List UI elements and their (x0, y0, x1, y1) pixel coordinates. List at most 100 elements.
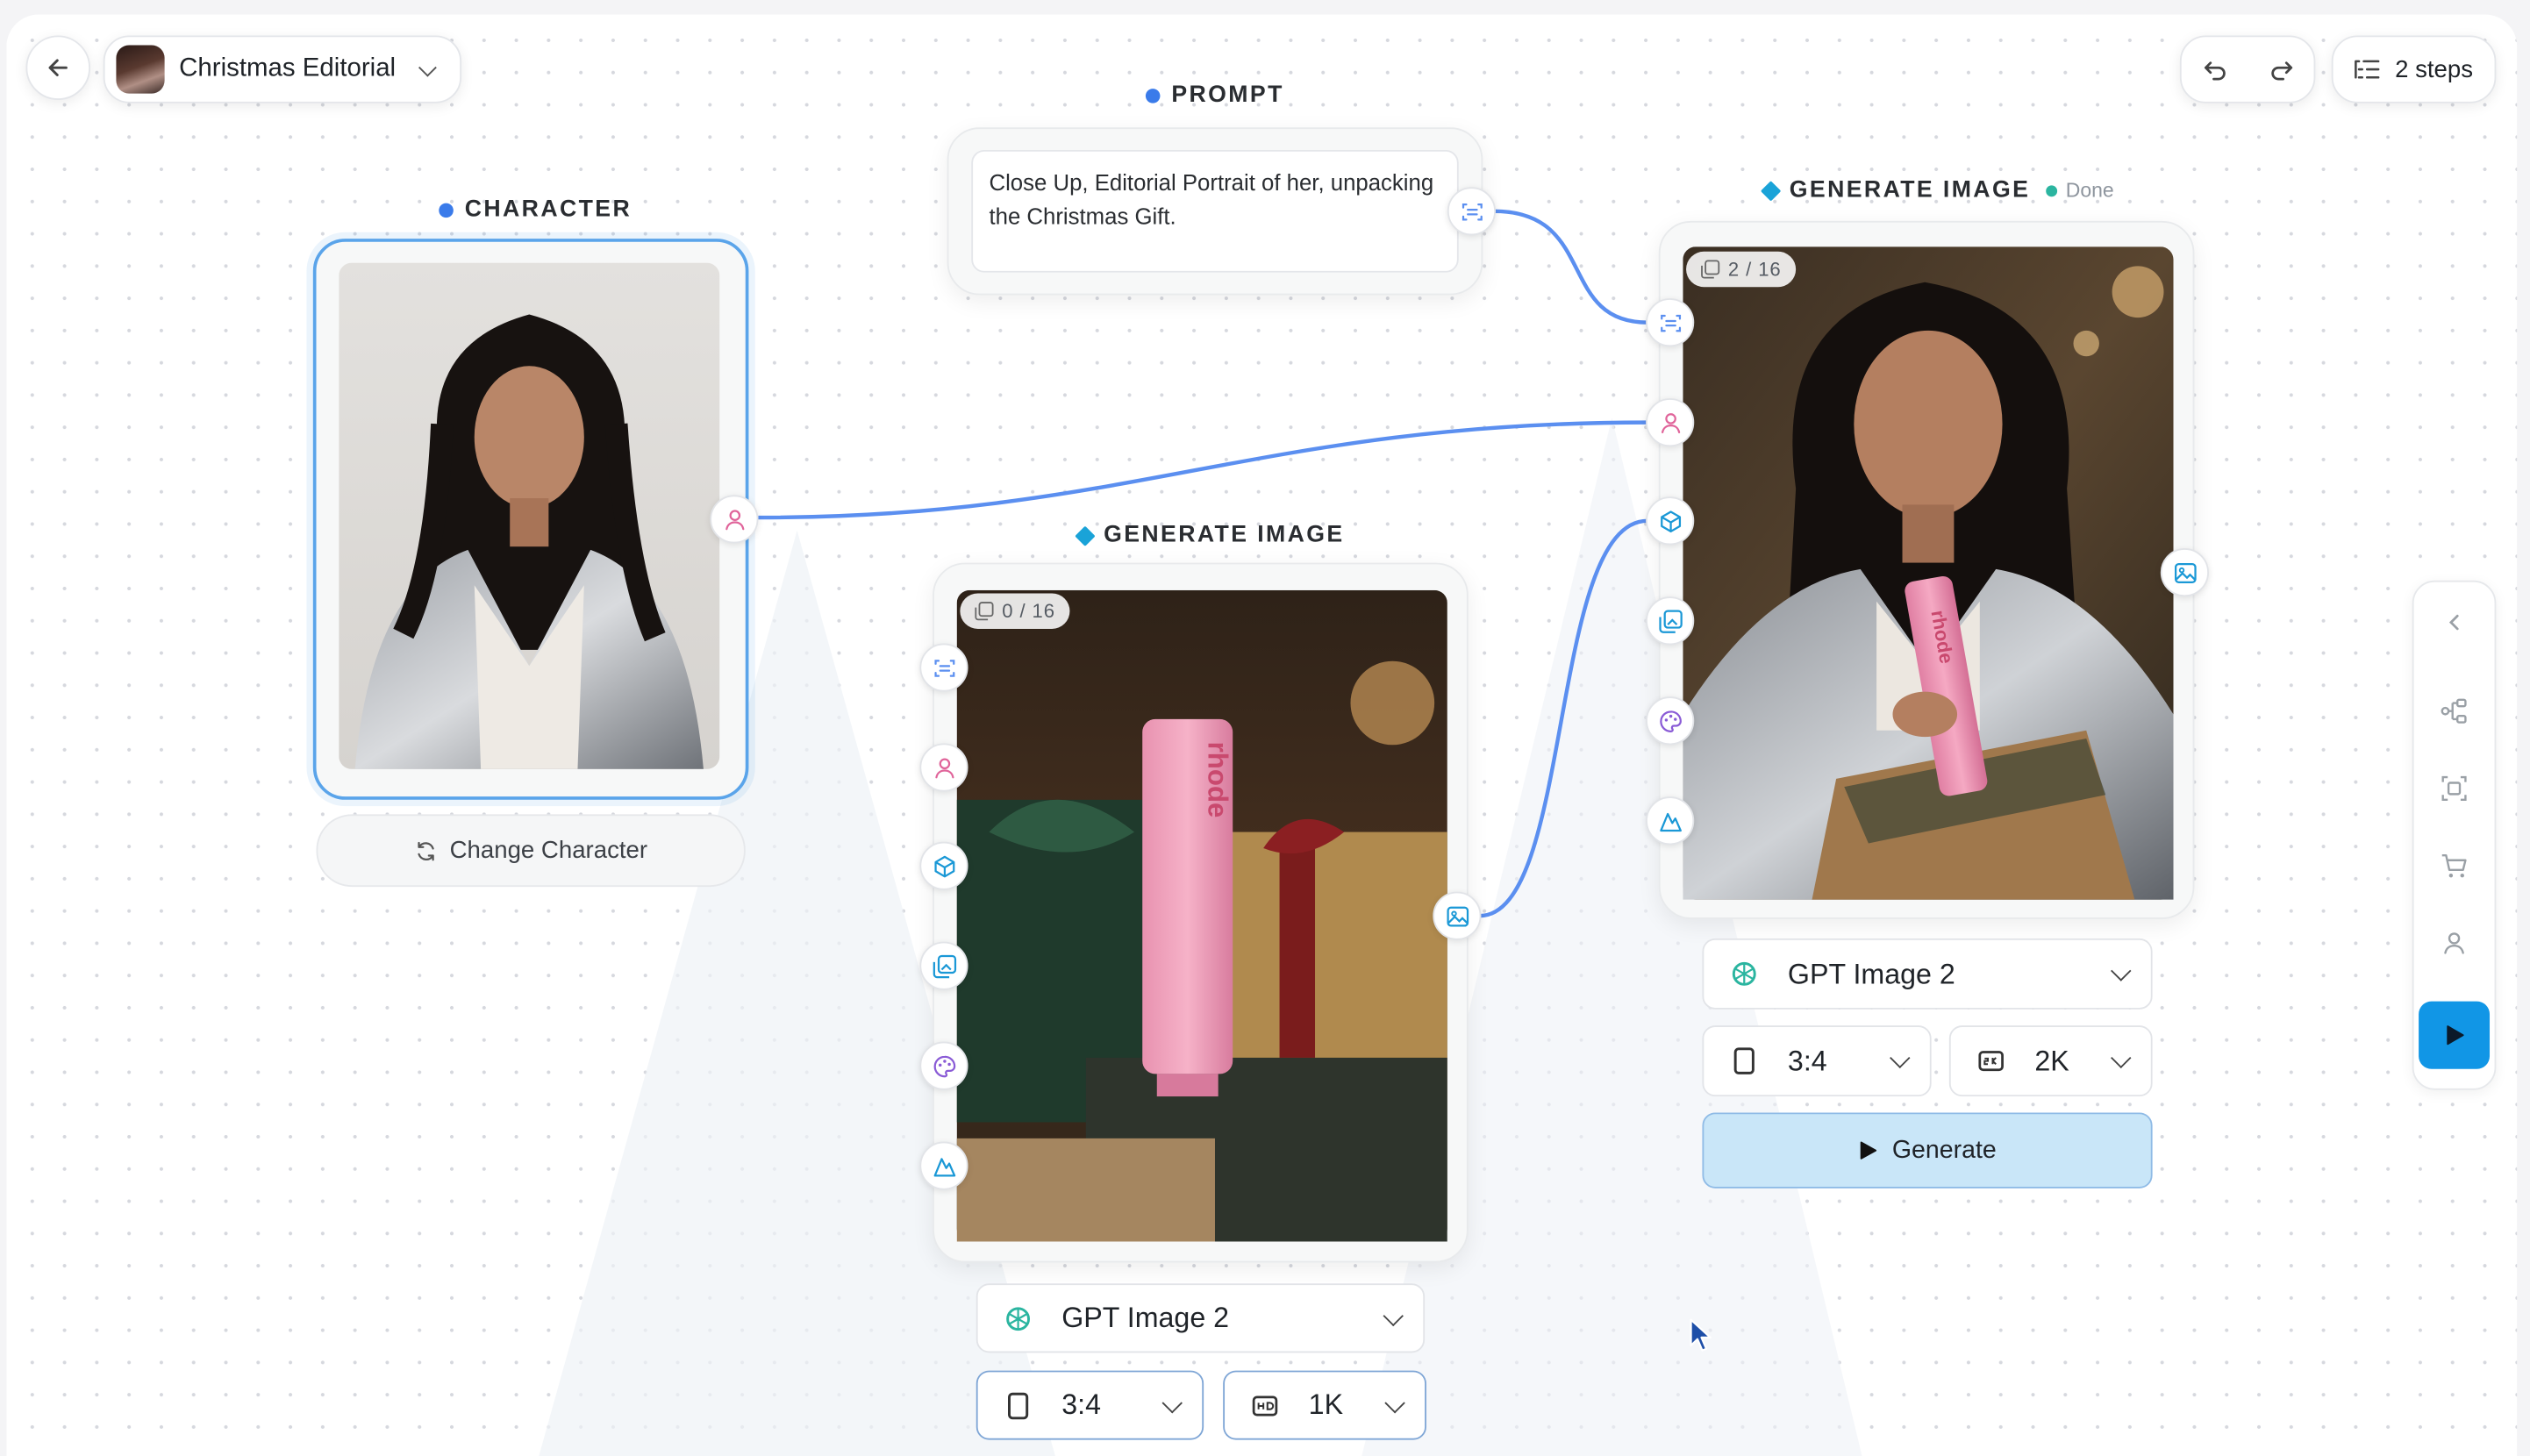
project-selector[interactable]: Christmas Editorial (103, 35, 462, 103)
history-controls (2179, 35, 2316, 103)
undo-icon[interactable] (2202, 56, 2227, 82)
generate-node-2-label: GENERATE IMAGE Done (1760, 177, 2114, 203)
generate-2-output-port[interactable] (2160, 548, 2209, 597)
generate-button[interactable]: Generate (1702, 1112, 2153, 1188)
image-icon (2174, 562, 2196, 583)
status-text: Done (2065, 179, 2114, 202)
prompt-text: Close Up, Editorial Portrait of her, unp… (989, 169, 1434, 230)
redo-icon[interactable] (2268, 56, 2293, 82)
right-toolbar (2412, 580, 2497, 1090)
chevron-down-icon (1161, 1392, 1183, 1413)
generate-1-image-port[interactable] (919, 941, 968, 990)
text-scan-icon (1660, 313, 1681, 332)
change-character-button[interactable]: Change Character (316, 814, 746, 888)
generate-2-object-port[interactable] (1646, 496, 1695, 546)
arrow-left-icon (48, 59, 68, 76)
chevron-down-icon (2111, 1047, 2132, 1069)
refresh-icon (417, 840, 434, 860)
resolution-select-2[interactable]: 2K (1948, 1025, 2153, 1097)
back-button[interactable] (25, 35, 91, 100)
chevron-down-icon (1890, 1047, 1911, 1069)
counter-text: 0 / 16 (1002, 599, 1055, 623)
play-icon (1860, 1141, 1876, 1160)
cube-icon (1660, 510, 1681, 532)
list-icon (2355, 60, 2380, 79)
generate-2-prompt-port[interactable] (1646, 298, 1695, 347)
chevron-down-icon (1384, 1392, 1405, 1413)
model-select-2[interactable]: GPT Image 2 (1702, 938, 2153, 1010)
generate-1-prompt-port[interactable] (919, 643, 968, 692)
images-icon (975, 602, 994, 621)
image-counter: 2 / 16 (1686, 251, 1797, 288)
text-scan-icon (933, 659, 954, 676)
counter-text: 2 / 16 (1727, 258, 1782, 281)
resolution-value: 2K (2034, 1044, 2069, 1077)
openai-logo-icon (1006, 1306, 1031, 1331)
steps-button[interactable]: 2 steps (2331, 35, 2497, 103)
person-icon[interactable] (2438, 927, 2470, 960)
generate-1-object-port[interactable] (919, 841, 968, 890)
run-workflow-button[interactable] (2419, 1001, 2491, 1069)
model-select-1[interactable]: GPT Image 2 (976, 1283, 1426, 1353)
mountain-icon (933, 1157, 955, 1176)
change-character-label: Change Character (449, 837, 648, 865)
aspect-select-2[interactable]: 3:4 (1702, 1025, 1932, 1097)
project-thumbnail (116, 45, 165, 94)
person-icon (1661, 412, 1680, 433)
project-title: Christmas Editorial (179, 54, 397, 82)
generate-1-character-port[interactable] (919, 743, 968, 792)
openai-logo-icon (1732, 961, 1756, 986)
generate-2-scene-port[interactable] (1646, 796, 1695, 846)
collapse-panel-icon[interactable] (2438, 606, 2470, 639)
workflow-nodes-icon[interactable] (2438, 695, 2470, 727)
generate-diamond-icon (1075, 525, 1096, 546)
portrait-frame-icon (1008, 1391, 1029, 1419)
steps-label: 2 steps (2395, 55, 2474, 83)
character-output-port[interactable] (710, 495, 759, 544)
generate-1-output-port[interactable] (1433, 891, 1482, 940)
generate-node-1-card: rhode 0 / 16 (933, 562, 1469, 1263)
workflow-canvas[interactable]: Christmas Editorial 2 steps CHARACTER Ch… (6, 14, 2518, 1456)
prompt-card: Close Up, Editorial Portrait of her, unp… (947, 127, 1483, 296)
cube-icon (933, 854, 954, 877)
generate-diamond-icon (1760, 180, 1782, 201)
select-area-icon[interactable] (2438, 773, 2470, 805)
generate-1-style-port[interactable] (919, 1041, 968, 1090)
generate-1-scene-port[interactable] (919, 1141, 968, 1190)
resolution-value: 1K (1308, 1388, 1344, 1421)
model-name: GPT Image 2 (1787, 957, 1955, 989)
images-icon (1658, 609, 1682, 632)
hd-icon (1252, 1395, 1278, 1416)
generated-gift-image (956, 589, 1447, 1242)
cart-icon[interactable] (2438, 850, 2470, 882)
chevron-down-icon (418, 58, 437, 77)
prompt-text-area[interactable]: Close Up, Editorial Portrait of her, unp… (971, 149, 1459, 273)
generate-node-1-label: GENERATE IMAGE (1075, 522, 1345, 549)
aspect-select-1[interactable]: 3:4 (976, 1370, 1204, 1440)
mountain-icon (1659, 811, 1681, 831)
prompt-output-port[interactable] (1447, 187, 1497, 236)
generate-node-1-title: GENERATE IMAGE (1104, 522, 1345, 549)
chevron-down-icon (2111, 960, 2132, 981)
generate-2-character-port[interactable] (1646, 398, 1695, 447)
image-icon (1446, 905, 1469, 926)
generate-2-image-port[interactable] (1646, 596, 1695, 646)
character-dot (439, 202, 454, 218)
generated-product-label: rhode (1152, 742, 1233, 818)
aspect-value: 3:4 (1061, 1388, 1101, 1421)
person-icon (934, 757, 954, 778)
status-badge: Done (2046, 179, 2114, 202)
palette-icon (933, 1054, 955, 1077)
chevron-down-icon (1383, 1304, 1404, 1326)
images-icon (932, 953, 956, 978)
images-icon (1701, 260, 1720, 279)
resolution-select-1[interactable]: 1K (1223, 1370, 1426, 1440)
generate-2-style-port[interactable] (1646, 696, 1695, 746)
prompt-node-title: PROMPT (1171, 82, 1284, 109)
generate-button-label: Generate (1891, 1136, 1997, 1164)
2k-icon (1978, 1051, 2004, 1072)
prompt-node-label: PROMPT (1145, 82, 1284, 109)
text-scan-icon (1461, 203, 1482, 220)
image-counter: 0 / 16 (960, 593, 1070, 629)
character-card[interactable] (312, 239, 749, 800)
